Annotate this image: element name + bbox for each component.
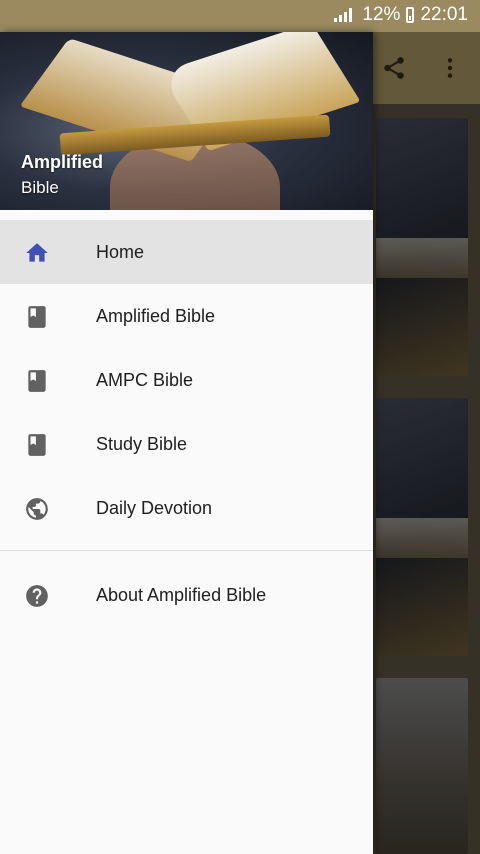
menu-item-home[interactable]: Home: [0, 220, 373, 284]
status-bar: 12% 22:01: [0, 0, 480, 32]
status-indicators: 12% 22:01: [334, 4, 468, 26]
drawer-title: Amplified: [21, 152, 104, 172]
drawer-subtitle: Bible: [21, 178, 59, 197]
menu-item-label: Home: [96, 241, 145, 262]
menu-item-study-bible[interactable]: Study Bible: [0, 412, 373, 476]
battery-icon: [406, 7, 415, 23]
book-icon: [24, 304, 50, 330]
battery-percent: 12%: [362, 4, 401, 25]
globe-icon: [24, 496, 50, 522]
help-icon: [24, 583, 50, 609]
menu-divider: [0, 550, 373, 551]
menu-item-about[interactable]: About Amplified Bible: [0, 563, 373, 627]
menu-item-label: AMPC Bible: [96, 369, 194, 390]
home-icon: [24, 240, 50, 266]
menu-item-label: Study Bible: [96, 433, 188, 454]
clock: 22:01: [420, 4, 468, 25]
book-icon: [24, 432, 50, 458]
signal-icon: [334, 8, 353, 22]
menu-item-amplified-bible[interactable]: Amplified Bible: [0, 284, 373, 348]
menu-item-label: About Amplified Bible: [96, 584, 267, 605]
drawer-header: Amplified Bible: [0, 32, 373, 210]
menu-item-label: Daily Devotion: [96, 497, 213, 518]
menu-item-daily-devotion[interactable]: Daily Devotion: [0, 476, 373, 540]
menu-item-label: Amplified Bible: [96, 305, 216, 326]
drawer-menu: Home Amplified Bible AMPC Bible Study Bi…: [0, 220, 373, 627]
menu-item-ampc-bible[interactable]: AMPC Bible: [0, 348, 373, 412]
book-icon: [24, 368, 50, 394]
navigation-drawer: Amplified Bible Home Amplified Bible AMP…: [0, 32, 373, 854]
